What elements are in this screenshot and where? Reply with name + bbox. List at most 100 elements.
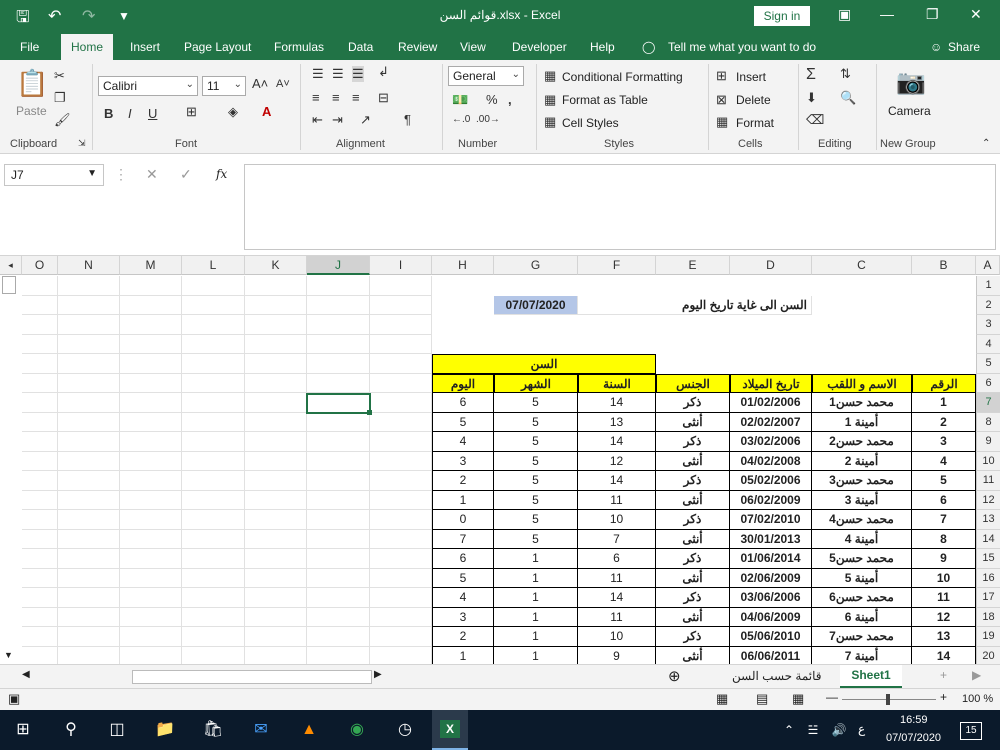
- empty-cell[interactable]: [182, 607, 245, 627]
- align-middle-icon[interactable]: ☰: [332, 66, 344, 82]
- clock-date[interactable]: 07/07/2020: [886, 732, 941, 744]
- cell-number[interactable]: 4: [912, 451, 976, 471]
- empty-cell[interactable]: [120, 568, 182, 588]
- cell-age-month[interactable]: 5: [494, 393, 578, 413]
- cell-number[interactable]: 12: [912, 607, 976, 627]
- cell-name[interactable]: أمينة 6: [812, 607, 912, 627]
- cell-age-day[interactable]: 6: [432, 393, 494, 413]
- normal-view-icon[interactable]: ▦: [716, 691, 728, 707]
- show-hidden-icons[interactable]: ⌃: [776, 718, 802, 742]
- empty-cell[interactable]: [120, 276, 182, 296]
- empty-cell[interactable]: [245, 295, 307, 315]
- empty-cell[interactable]: [120, 354, 182, 374]
- empty-cell[interactable]: [182, 588, 245, 608]
- empty-cell[interactable]: [58, 549, 120, 569]
- comma-style-icon[interactable]: ,: [508, 92, 512, 107]
- empty-cell[interactable]: [182, 529, 245, 549]
- cell-age-year[interactable]: 12: [578, 451, 656, 471]
- empty-cell[interactable]: [245, 490, 307, 510]
- cell-gender[interactable]: ذكر: [656, 393, 730, 413]
- row-header[interactable]: 15: [976, 549, 1000, 569]
- header-gender[interactable]: الجنس: [656, 373, 730, 393]
- cell-number[interactable]: 11: [912, 588, 976, 608]
- empty-cell[interactable]: [307, 354, 370, 374]
- empty-cell[interactable]: [22, 432, 58, 452]
- paste-button[interactable]: Paste: [16, 104, 47, 118]
- empty-cell[interactable]: [307, 276, 370, 296]
- column-header-b[interactable]: B: [912, 256, 976, 275]
- share-icon[interactable]: ☺: [930, 40, 942, 54]
- empty-cell[interactable]: [58, 471, 120, 491]
- cell-age-month[interactable]: 1: [494, 646, 578, 664]
- enter-icon[interactable]: ✓: [180, 166, 192, 183]
- fill-icon[interactable]: ⬇: [806, 90, 817, 106]
- tab-help[interactable]: Help: [590, 40, 615, 54]
- zoom-slider-thumb[interactable]: [886, 694, 890, 705]
- cell-birth-date[interactable]: 03/06/2006: [730, 588, 812, 608]
- column-header-d[interactable]: D: [730, 256, 812, 275]
- cell-birth-date[interactable]: 06/02/2009: [730, 490, 812, 510]
- empty-cell[interactable]: [245, 412, 307, 432]
- empty-cell[interactable]: [370, 529, 432, 549]
- empty-cell[interactable]: [120, 393, 182, 413]
- cell-age-month[interactable]: 5: [494, 471, 578, 491]
- empty-cell[interactable]: [307, 549, 370, 569]
- minimize-icon[interactable]: —: [880, 6, 894, 22]
- add-sheet-icon[interactable]: +: [940, 668, 947, 682]
- cell-gender[interactable]: ذكر: [656, 471, 730, 491]
- header-year[interactable]: السنة: [578, 373, 656, 393]
- cell-age-year[interactable]: 13: [578, 412, 656, 432]
- header-number[interactable]: الرقم: [912, 373, 976, 393]
- cell-number[interactable]: 14: [912, 646, 976, 664]
- number-format-combo[interactable]: General ⌄: [448, 66, 524, 86]
- empty-cell[interactable]: [370, 276, 432, 296]
- cell-age-month[interactable]: 1: [494, 627, 578, 647]
- cell-gender[interactable]: أنثى: [656, 490, 730, 510]
- cell-age-day[interactable]: 6: [432, 549, 494, 569]
- empty-cell[interactable]: [120, 373, 182, 393]
- cell-age-month[interactable]: 5: [494, 451, 578, 471]
- clock-time[interactable]: 16:59: [900, 714, 928, 726]
- tell-me-search[interactable]: Tell me what you want to do: [668, 40, 816, 54]
- delete-cells-icon[interactable]: ⊠: [716, 92, 727, 108]
- decrease-font-icon[interactable]: A˅: [276, 78, 290, 90]
- file-explorer-icon[interactable]: 📁: [152, 718, 178, 742]
- cell-name[interactable]: أمينة 5: [812, 568, 912, 588]
- empty-cell[interactable]: [370, 354, 432, 374]
- empty-cell[interactable]: [307, 432, 370, 452]
- empty-cell[interactable]: [307, 607, 370, 627]
- cell-age-month[interactable]: 1: [494, 568, 578, 588]
- column-header-k[interactable]: K: [245, 256, 307, 275]
- empty-cell[interactable]: [245, 607, 307, 627]
- zoom-in-icon[interactable]: +: [940, 690, 947, 704]
- tab-page-layout[interactable]: Page Layout: [184, 40, 251, 54]
- empty-cell[interactable]: [370, 549, 432, 569]
- empty-cell[interactable]: [370, 432, 432, 452]
- empty-cell[interactable]: [370, 627, 432, 647]
- tab-data[interactable]: Data: [348, 40, 373, 54]
- scroll-down-icon[interactable]: ▼: [4, 650, 13, 660]
- empty-cell[interactable]: [245, 334, 307, 354]
- cell-number[interactable]: 3: [912, 432, 976, 452]
- empty-cell[interactable]: [370, 373, 432, 393]
- empty-cell[interactable]: [22, 451, 58, 471]
- cancel-icon[interactable]: ✕: [146, 166, 158, 183]
- format-as-table-icon[interactable]: ▦: [544, 92, 556, 108]
- empty-cell[interactable]: [58, 393, 120, 413]
- empty-cell[interactable]: [307, 627, 370, 647]
- column-header-j[interactable]: J: [307, 256, 370, 275]
- cell-number[interactable]: 5: [912, 471, 976, 491]
- empty-cell[interactable]: [245, 529, 307, 549]
- age-group-header[interactable]: السن: [432, 354, 656, 374]
- cell-number[interactable]: 8: [912, 529, 976, 549]
- empty-cell[interactable]: [120, 334, 182, 354]
- cell-name[interactable]: محمد حسن6: [812, 588, 912, 608]
- column-header-a[interactable]: A: [976, 256, 1000, 275]
- copy-icon[interactable]: ❐: [54, 90, 66, 106]
- sort-filter-icon[interactable]: ⇅: [840, 66, 851, 82]
- today-date-cell[interactable]: 07/07/2020: [494, 295, 578, 315]
- empty-cell[interactable]: [370, 393, 432, 413]
- empty-cell[interactable]: [22, 588, 58, 608]
- increase-indent-icon[interactable]: ⇥: [332, 112, 343, 128]
- empty-cell[interactable]: [22, 607, 58, 627]
